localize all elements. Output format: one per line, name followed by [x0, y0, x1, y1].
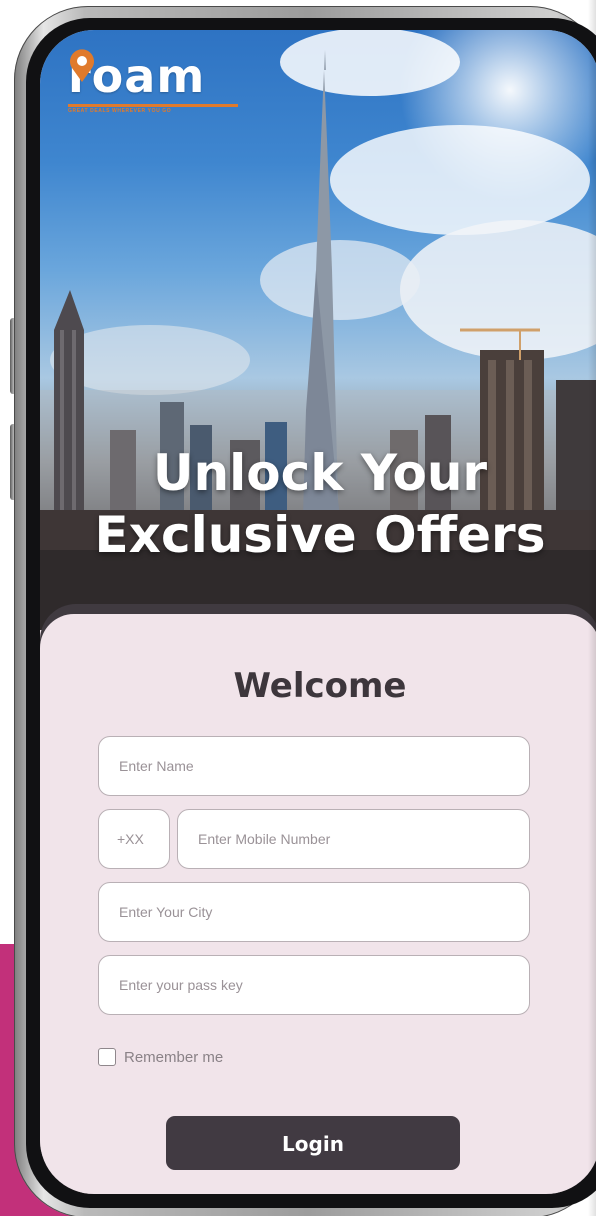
remember-me-row[interactable]: Remember me	[98, 1046, 223, 1068]
logo-underline	[68, 104, 238, 107]
logo-tagline: GREAT DEALS WHEREVER YOU GO	[68, 108, 172, 114]
remember-me-checkbox[interactable]	[98, 1048, 116, 1066]
hero-headline-line-2: Exclusive Offers	[94, 506, 546, 564]
welcome-title: Welcome	[233, 666, 407, 706]
location-pin-icon	[70, 49, 94, 82]
mobile-number-input[interactable]	[177, 809, 530, 869]
phone-screen: roam GREAT DEALS WHEREVER YOU GO Unlock …	[40, 30, 596, 1194]
login-button[interactable]: Login	[166, 1116, 460, 1170]
mockup-scene: roam GREAT DEALS WHEREVER YOU GO Unlock …	[0, 0, 596, 1216]
hero-image: roam GREAT DEALS WHEREVER YOU GO Unlock …	[40, 30, 596, 630]
remember-me-label: Remember me	[124, 1048, 224, 1066]
pass-key-input[interactable]	[98, 955, 530, 1015]
city-input[interactable]	[98, 882, 530, 942]
name-input[interactable]	[98, 736, 530, 796]
frame-edge-shading	[588, 0, 596, 1216]
roam-logo: roam GREAT DEALS WHEREVER YOU GO	[68, 48, 248, 114]
country-code-input[interactable]	[98, 809, 170, 869]
hero-headline-line-1: Unlock Your	[152, 444, 488, 502]
hero-headline: Unlock Your Exclusive Offers	[40, 442, 596, 566]
